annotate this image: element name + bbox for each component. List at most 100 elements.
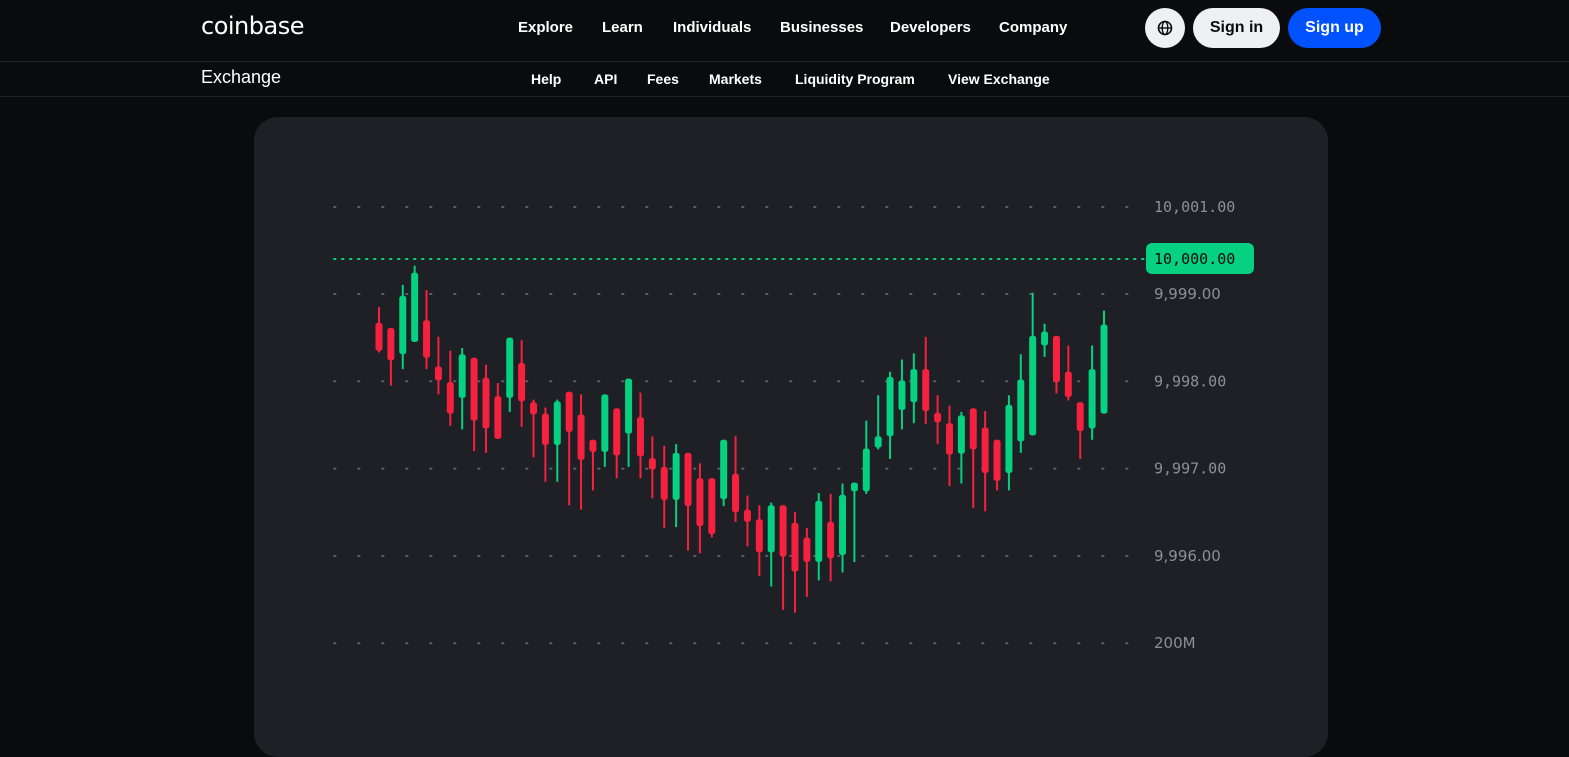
candle-up [506,337,514,412]
candle-down [1076,402,1084,459]
candle-up [1041,323,1049,357]
candle-body [945,423,953,455]
candle-body [589,439,597,453]
candle-body [1064,371,1072,398]
candle-down [779,505,787,611]
candle-up [1100,310,1108,414]
subnav-markets[interactable]: Markets [709,71,762,87]
candle-down [387,328,395,386]
candle-body [446,382,454,414]
subnav-view-exchange[interactable]: View Exchange [948,71,1050,87]
nav-learn[interactable]: Learn [602,19,643,36]
subnav-fees[interactable]: Fees [647,71,679,87]
candle-up [886,371,894,459]
subnav-liquidity-program[interactable]: Liquidity Program [795,71,915,87]
candle-body [910,369,918,403]
candle-up [399,284,407,370]
y-tick-label: 9,998.00 [1154,372,1226,390]
candle-body [850,482,858,492]
candle-down [708,478,716,538]
candle-up [839,483,847,573]
candle-down [541,407,549,482]
candle-body [518,362,526,402]
candle-body [993,439,1001,481]
exchange-subnav: Exchange Help API Fees Markets Liquidity… [0,62,1569,97]
candle-body [755,519,763,553]
candles [375,265,1108,613]
candle-down [684,452,692,551]
candle-body [1052,335,1060,383]
candle-body [541,413,549,446]
top-navigation: coinbase Explore Learn Individuals Busin… [0,0,1569,62]
candle-body [803,537,811,563]
candle-down [743,495,751,547]
candle-body [387,328,395,361]
candle-down [1064,345,1072,401]
candle-up [850,482,858,563]
candle-body [922,369,930,411]
candle-body [411,272,419,343]
candle-up [1017,354,1025,453]
nav-explore[interactable]: Explore [518,19,573,36]
y-tick-label: 9,999.00 [1154,285,1221,303]
candle-down [945,405,953,487]
candle-body [601,394,609,453]
candle-down [613,408,621,479]
candle-body [708,478,716,535]
candle-down [922,336,930,425]
candle-body [839,494,847,556]
coinbase-logo[interactable]: coinbase [201,12,304,40]
candle-body [684,452,692,507]
candle-down [755,505,763,576]
candle-body [636,417,644,457]
candle-down [696,463,704,554]
candle-body [1088,369,1096,429]
candle-body [969,408,977,450]
candle-body [1100,324,1108,414]
candle-down [518,340,526,427]
nav-developers[interactable]: Developers [890,19,971,36]
candle-body [399,295,407,355]
subnav-api[interactable]: API [594,71,617,87]
y-tick-label: 9,997.00 [1154,460,1226,478]
candle-down [577,394,585,510]
candle-down [530,399,538,458]
language-button[interactable] [1145,8,1185,48]
candle-down [375,307,383,353]
candle-body [957,415,965,454]
candle-body [375,322,383,351]
candle-down [648,436,656,499]
subnav-title[interactable]: Exchange [201,67,281,88]
sign-in-button[interactable]: Sign in [1193,8,1280,48]
nav-businesses[interactable]: Businesses [780,19,863,36]
y-tick-label: 200M [1154,634,1196,652]
candle-up [720,439,728,507]
current-price-label: 10,000.00 [1154,250,1235,268]
candle-down [565,391,573,506]
candle-body [743,509,751,522]
candle-body [1017,379,1025,442]
y-tick-label: 9,996.00 [1154,547,1221,565]
sign-up-button[interactable]: Sign up [1288,8,1381,48]
candle-body [577,414,585,460]
candle-up [898,359,906,430]
candle-up [1088,345,1096,440]
candle-body [732,473,740,513]
candle-up [957,411,965,484]
candle-up [1029,292,1037,436]
y-axis: 10,001.00 9,999.00 9,998.00 9,997.00 9,996.0… [1146,198,1254,652]
candle-body [934,412,942,423]
nav-individuals[interactable]: Individuals [673,19,751,36]
candle-down [791,512,799,613]
candle-down [732,436,740,522]
candlestick-chart: 10,001.00 9,999.00 9,998.00 9,997.00 9,996.0… [333,198,1254,652]
candle-up [672,444,680,528]
candle-body [672,452,680,501]
nav-company[interactable]: Company [999,19,1067,36]
candle-down [470,357,478,452]
candle-body [660,466,668,501]
candle-up [458,348,466,430]
candle-body [458,354,466,398]
subnav-help[interactable]: Help [531,71,561,87]
candle-up [767,502,775,587]
